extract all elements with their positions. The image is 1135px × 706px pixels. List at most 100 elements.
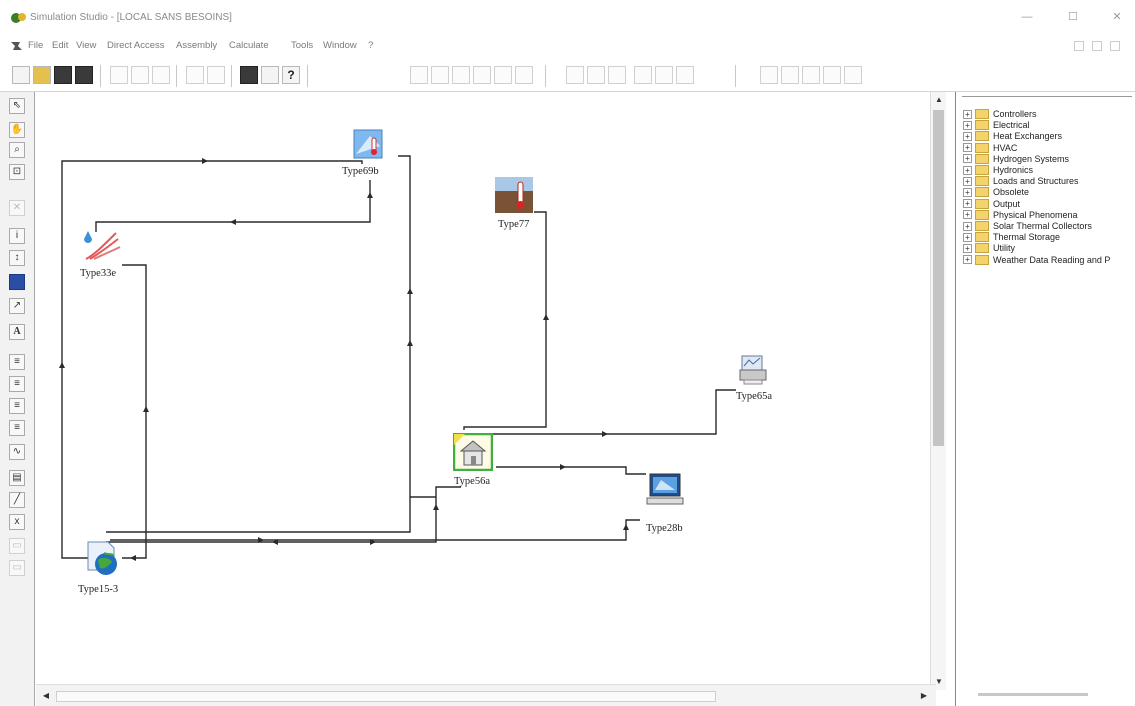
save-icon[interactable] — [54, 66, 72, 84]
menu-tools[interactable]: Tools — [291, 40, 313, 51]
list-1-icon[interactable]: ≡ — [9, 354, 25, 370]
layout-4-icon[interactable] — [634, 66, 652, 84]
layout-2-icon[interactable] — [587, 66, 605, 84]
expand-plus-icon[interactable]: + — [963, 154, 972, 164]
expand-plus-icon[interactable]: + — [963, 165, 972, 175]
space-h-icon[interactable] — [760, 66, 778, 84]
panel-splitter[interactable] — [946, 92, 954, 706]
text-tool-icon[interactable]: A — [9, 324, 25, 340]
close-button[interactable]: ✕ — [1102, 8, 1132, 26]
library-folder-item[interactable]: + Thermal Storage — [963, 231, 1060, 243]
align-middle-icon[interactable] — [494, 66, 512, 84]
menu-window[interactable]: Window — [323, 40, 357, 51]
maximize-button[interactable]: ☐ — [1058, 8, 1088, 26]
align-bottom-icon[interactable] — [515, 66, 533, 84]
scroll-right-icon[interactable]: ▶ — [918, 690, 930, 702]
component-type28b[interactable] — [645, 472, 685, 508]
size-h-icon[interactable] — [802, 66, 820, 84]
assembly-canvas[interactable]: Type69b Type77 Type33e Type65a Type56a T… — [36, 92, 938, 684]
list-4-icon[interactable]: ≡ — [9, 420, 25, 436]
align-left-icon[interactable] — [410, 66, 428, 84]
layout-6-icon[interactable] — [676, 66, 694, 84]
paste-icon[interactable] — [152, 66, 170, 84]
expand-plus-icon[interactable]: + — [963, 187, 972, 197]
print-icon[interactable] — [240, 66, 258, 84]
export-2-icon[interactable]: ▭ — [9, 560, 25, 576]
zoom-icon[interactable]: ⌕ — [9, 142, 25, 158]
library-folder-item[interactable]: + Heat Exchangers — [963, 130, 1062, 142]
open-icon[interactable] — [33, 66, 51, 84]
menu-file[interactable]: File — [28, 40, 43, 51]
scroll-thumb[interactable] — [933, 110, 944, 446]
menu-direct-access[interactable]: Direct Access — [107, 40, 165, 51]
expand-plus-icon[interactable]: + — [963, 109, 972, 119]
expand-plus-icon[interactable]: + — [963, 221, 972, 231]
component-type15-3[interactable] — [84, 540, 124, 578]
align-top-icon[interactable] — [473, 66, 491, 84]
list-2-icon[interactable]: ≡ — [9, 376, 25, 392]
library-folder-item[interactable]: + Weather Data Reading and P — [963, 254, 1110, 266]
expand-plus-icon[interactable]: + — [963, 255, 972, 265]
component-type69b[interactable] — [352, 128, 384, 160]
link-curve-icon[interactable]: ↗ — [9, 298, 25, 314]
canvas-vertical-scrollbar[interactable]: ▲ ▼ — [930, 92, 946, 690]
menu-help[interactable]: ? — [368, 40, 373, 51]
delete-icon[interactable]: ✕ — [9, 200, 25, 216]
library-folder-item[interactable]: + Loads and Structures — [963, 175, 1079, 187]
new-icon[interactable] — [12, 66, 30, 84]
wave-icon[interactable]: ∿ — [9, 444, 25, 460]
cut-icon[interactable] — [110, 66, 128, 84]
expand-plus-icon[interactable]: + — [963, 210, 972, 220]
document-icon[interactable]: ▤ — [9, 470, 25, 486]
help-icon[interactable]: ? — [282, 66, 300, 84]
library-folder-item[interactable]: + Solar Thermal Collectors — [963, 220, 1092, 232]
size-v-icon[interactable] — [823, 66, 841, 84]
menu-view[interactable]: View — [76, 40, 96, 51]
expand-plus-icon[interactable]: + — [963, 131, 972, 141]
canvas-horizontal-scrollbar[interactable]: ◀ ▶ — [36, 684, 936, 706]
library-folder-item[interactable]: + Utility — [963, 242, 1015, 254]
scroll-up-icon[interactable]: ▲ — [933, 94, 945, 106]
zoom-fit-icon[interactable]: ⊡ — [9, 164, 25, 180]
expand-plus-icon[interactable]: + — [963, 199, 972, 209]
expand-plus-icon[interactable]: + — [963, 120, 972, 130]
list-3-icon[interactable]: ≡ — [9, 398, 25, 414]
library-folder-item[interactable]: + Electrical — [963, 119, 1030, 131]
link-tool-icon[interactable] — [9, 274, 25, 290]
library-folder-item[interactable]: + Physical Phenomena — [963, 209, 1078, 221]
pan-icon[interactable]: ✋ — [9, 122, 25, 138]
component-type56a[interactable] — [453, 433, 493, 471]
library-folder-item[interactable]: + Controllers — [963, 108, 1037, 120]
export-1-icon[interactable]: ▭ — [9, 538, 25, 554]
redo-icon[interactable] — [207, 66, 225, 84]
layout-5-icon[interactable] — [655, 66, 673, 84]
menu-assembly[interactable]: Assembly — [176, 40, 217, 51]
link-sort-icon[interactable]: ↕ — [9, 250, 25, 266]
library-folder-item[interactable]: + Hydrogen Systems — [963, 153, 1069, 165]
expand-plus-icon[interactable]: + — [963, 232, 972, 242]
scroll-left-icon[interactable]: ◀ — [40, 690, 52, 702]
align-center-icon[interactable] — [431, 66, 449, 84]
save-all-icon[interactable] — [75, 66, 93, 84]
layout-1-icon[interactable] — [566, 66, 584, 84]
unit-info-icon[interactable]: i — [9, 228, 25, 244]
component-type33e[interactable] — [82, 229, 122, 263]
menu-edit[interactable]: Edit — [52, 40, 68, 51]
space-v-icon[interactable] — [781, 66, 799, 84]
menu-calculate[interactable]: Calculate — [229, 40, 269, 51]
expand-plus-icon[interactable]: + — [963, 143, 972, 153]
print-preview-icon[interactable] — [261, 66, 279, 84]
scroll-thumb[interactable] — [56, 691, 716, 702]
variable-icon[interactable]: x — [9, 514, 25, 530]
library-folder-item[interactable]: + Output — [963, 198, 1020, 210]
pencil-icon[interactable]: ╱ — [9, 492, 25, 508]
size-both-icon[interactable] — [844, 66, 862, 84]
mdi-minimize-icon[interactable] — [1074, 41, 1084, 51]
expand-plus-icon[interactable]: + — [963, 176, 972, 186]
component-type65a[interactable] — [736, 354, 770, 386]
mdi-restore-icon[interactable] — [1092, 41, 1102, 51]
align-right-icon[interactable] — [452, 66, 470, 84]
library-scrollbar[interactable] — [978, 693, 1088, 696]
minimize-button[interactable]: — — [1012, 8, 1042, 26]
library-folder-item[interactable]: + HVAC — [963, 142, 1017, 154]
